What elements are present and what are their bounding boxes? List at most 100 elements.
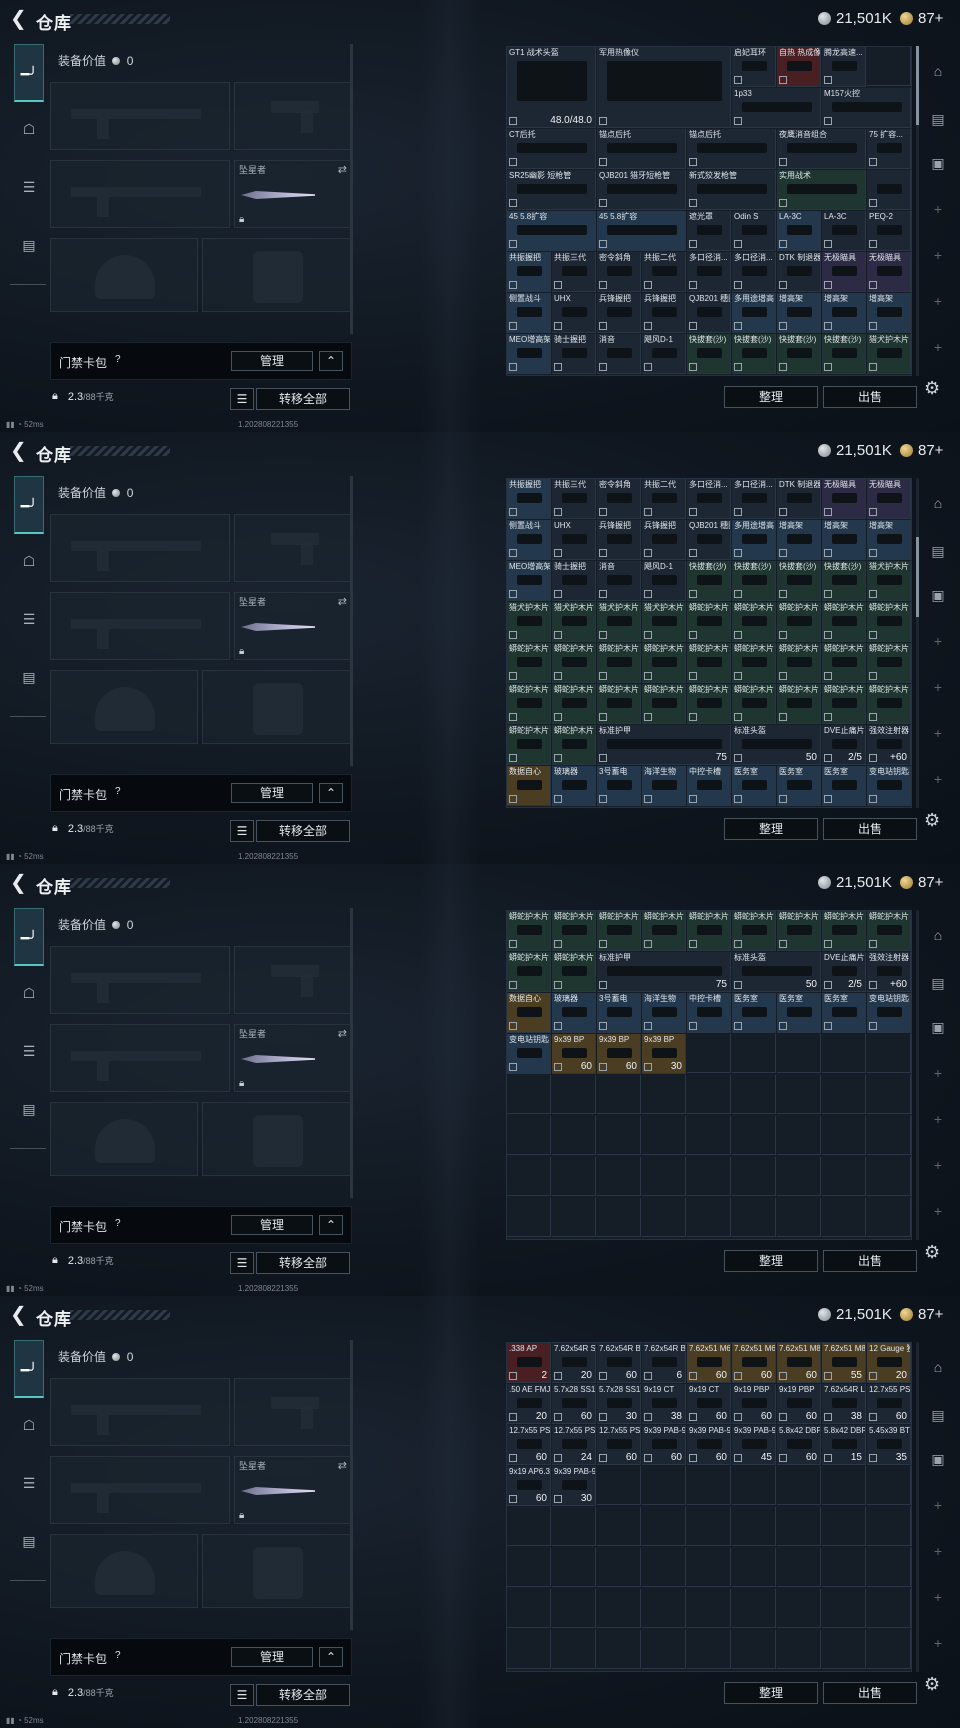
inventory-item[interactable]: 蟒蛇护木片 — [687, 602, 731, 642]
inventory-item[interactable]: 3号蓄电 — [597, 993, 641, 1033]
inventory-item[interactable]: 兵锋握把 — [642, 293, 686, 333]
inventory-item[interactable]: 消音 — [597, 561, 641, 601]
inventory-item[interactable]: 猎犬护木片 — [597, 602, 641, 642]
inventory-item[interactable]: 蟒蛇护木片 — [822, 643, 866, 683]
swap-icon[interactable]: ⇄ — [338, 1027, 347, 1040]
inventory-item[interactable]: 标准头盔 50 — [732, 725, 821, 765]
armor-tab-icon[interactable]: ☖ — [14, 978, 44, 1008]
warehouse-scrollbar[interactable] — [916, 910, 919, 1240]
empty-slot[interactable] — [597, 1157, 641, 1196]
inventory-item[interactable]: 玻璃器 — [552, 993, 596, 1033]
inventory-item[interactable]: 蟒蛇护木片 — [642, 911, 686, 951]
inventory-item[interactable]: 7.62x51 M61 60 — [687, 1343, 731, 1383]
inventory-item[interactable]: UHX — [552, 293, 596, 333]
empty-slot[interactable] — [732, 1198, 776, 1237]
inventory-item[interactable]: DVE止痛片 2/5 — [822, 725, 866, 765]
expand-tab-icon[interactable]: ▣ — [922, 148, 954, 178]
add-page-icon[interactable]: + — [922, 626, 954, 656]
empty-slot[interactable] — [867, 47, 911, 86]
empty-slot[interactable] — [867, 1116, 911, 1155]
empty-slot[interactable] — [867, 1034, 911, 1073]
warehouse-scrollbar[interactable] — [916, 478, 919, 808]
expand-tab-icon[interactable]: ▣ — [922, 1012, 954, 1042]
empty-slot[interactable] — [597, 1548, 641, 1587]
empty-slot[interactable] — [687, 1198, 731, 1237]
empty-slot[interactable] — [822, 1507, 866, 1546]
add-page-icon[interactable]: + — [922, 286, 954, 316]
inventory-item[interactable]: 飓风D-1 — [642, 334, 686, 374]
empty-slot[interactable] — [597, 1507, 641, 1546]
inventory-item[interactable]: 快拔套(沙) — [732, 561, 776, 601]
empty-slot[interactable] — [642, 1466, 686, 1505]
inventory-item[interactable]: CT后托 — [507, 129, 596, 169]
empty-slot[interactable] — [597, 1589, 641, 1628]
empty-slot[interactable] — [687, 1157, 731, 1196]
add-page-icon[interactable]: + — [922, 1582, 954, 1612]
empty-slot[interactable] — [867, 1075, 911, 1114]
inventory-item[interactable]: 快拔套(沙) — [687, 334, 731, 374]
inventory-item[interactable]: 7.62x51 M80 55 — [822, 1343, 866, 1383]
warehouse-scrollbar[interactable] — [916, 1342, 919, 1672]
inventory-item[interactable]: 3号蓄电 — [597, 766, 641, 806]
inventory-item[interactable]: UHX — [552, 520, 596, 560]
empty-slot[interactable] — [687, 1589, 731, 1628]
back-arrow-icon[interactable]: ❮ — [10, 1305, 27, 1325]
empty-slot[interactable] — [732, 1466, 776, 1505]
clipboard-tab-icon[interactable]: ☰ — [14, 604, 44, 634]
inventory-item[interactable]: 医务室 — [777, 993, 821, 1033]
inventory-item[interactable]: 蟒蛇护木片 — [597, 684, 641, 724]
inventory-item[interactable]: 强效注射器 +60 — [867, 725, 911, 765]
inventory-item[interactable]: 骑士握把 — [552, 561, 596, 601]
inventory-item[interactable]: 飓风D-1 — [642, 561, 686, 601]
inventory-item[interactable]: 腾龙高速... — [822, 47, 866, 87]
empty-slot[interactable] — [597, 1116, 641, 1155]
storage-tab-icon[interactable]: ▤ — [922, 968, 954, 998]
inventory-item[interactable]: 快拔套(沙) — [777, 561, 821, 601]
helmet-slot[interactable] — [50, 1534, 198, 1608]
melee-slot[interactable]: 坠星者 ⇄ 🔒︎ — [234, 1456, 352, 1524]
inventory-item[interactable]: 7.62x54R SN 20 — [552, 1343, 596, 1383]
inventory-item[interactable]: 1p33 — [732, 88, 821, 128]
empty-slot[interactable] — [507, 1116, 551, 1155]
swap-icon[interactable]: ⇄ — [338, 595, 347, 608]
inventory-item[interactable]: 蟒蛇护木片 — [732, 684, 776, 724]
inventory-item[interactable]: 7.62x51 M62 60 — [732, 1343, 776, 1383]
settings-gear-icon[interactable]: ⚙ — [924, 378, 940, 399]
primary-weapon-slot[interactable] — [50, 82, 230, 150]
manage-button[interactable]: 管理 — [231, 1647, 313, 1667]
gold-currency[interactable]: 87+ — [900, 874, 943, 891]
inventory-item[interactable]: 蟒蛇护木片 — [687, 643, 731, 683]
inventory-item[interactable]: QJB201 猎牙短枪管 — [597, 170, 686, 210]
inventory-item[interactable]: 多口径消... — [732, 479, 776, 519]
inventory-item[interactable]: 多口径消... — [687, 252, 731, 292]
empty-slot[interactable] — [732, 1630, 776, 1669]
inventory-item[interactable]: 蟒蛇护木片 — [867, 643, 911, 683]
list-icon[interactable]: ☰ — [230, 1252, 254, 1274]
add-page-icon[interactable]: + — [922, 240, 954, 270]
inventory-item[interactable]: 共振三代 — [552, 252, 596, 292]
inventory-item[interactable]: 医务室 — [822, 766, 866, 806]
helmet-slot[interactable] — [50, 670, 198, 744]
empty-slot[interactable] — [822, 1630, 866, 1669]
inventory-item[interactable]: 5.45x39 BT 35 — [867, 1425, 911, 1465]
empty-slot[interactable] — [507, 1589, 551, 1628]
empty-slot[interactable] — [777, 1507, 821, 1546]
equipment-scrollbar[interactable] — [350, 1340, 353, 1630]
manage-button[interactable]: 管理 — [231, 783, 313, 803]
empty-slot[interactable] — [687, 1034, 731, 1073]
inventory-item[interactable]: 5.8x42 DBP10+P 60 — [777, 1425, 821, 1465]
gold-currency[interactable]: 87+ — [900, 442, 943, 459]
warehouse-tab-icon[interactable]: ⌂ — [922, 56, 954, 86]
help-icon[interactable]: ? — [115, 1650, 121, 1661]
inventory-item[interactable]: 猎犬护木片 — [507, 602, 551, 642]
inventory-item[interactable]: 7.62x54R LPS 38 — [822, 1384, 866, 1424]
inventory-item[interactable]: 锚点后托 — [687, 129, 776, 169]
inventory-item[interactable]: 蟒蛇护木片 — [552, 643, 596, 683]
inventory-item[interactable]: 锚点后托 — [597, 129, 686, 169]
inventory-item[interactable]: 蟒蛇护木片 — [552, 725, 596, 765]
chevron-up-icon[interactable]: ⌃ — [319, 1215, 343, 1235]
settings-gear-icon[interactable]: ⚙ — [924, 1674, 940, 1695]
inventory-item[interactable]: 无极瞄具 — [867, 479, 911, 519]
inventory-item[interactable]: 实用战术 — [777, 170, 866, 210]
transfer-all-button[interactable]: 转移全部 — [256, 820, 350, 842]
